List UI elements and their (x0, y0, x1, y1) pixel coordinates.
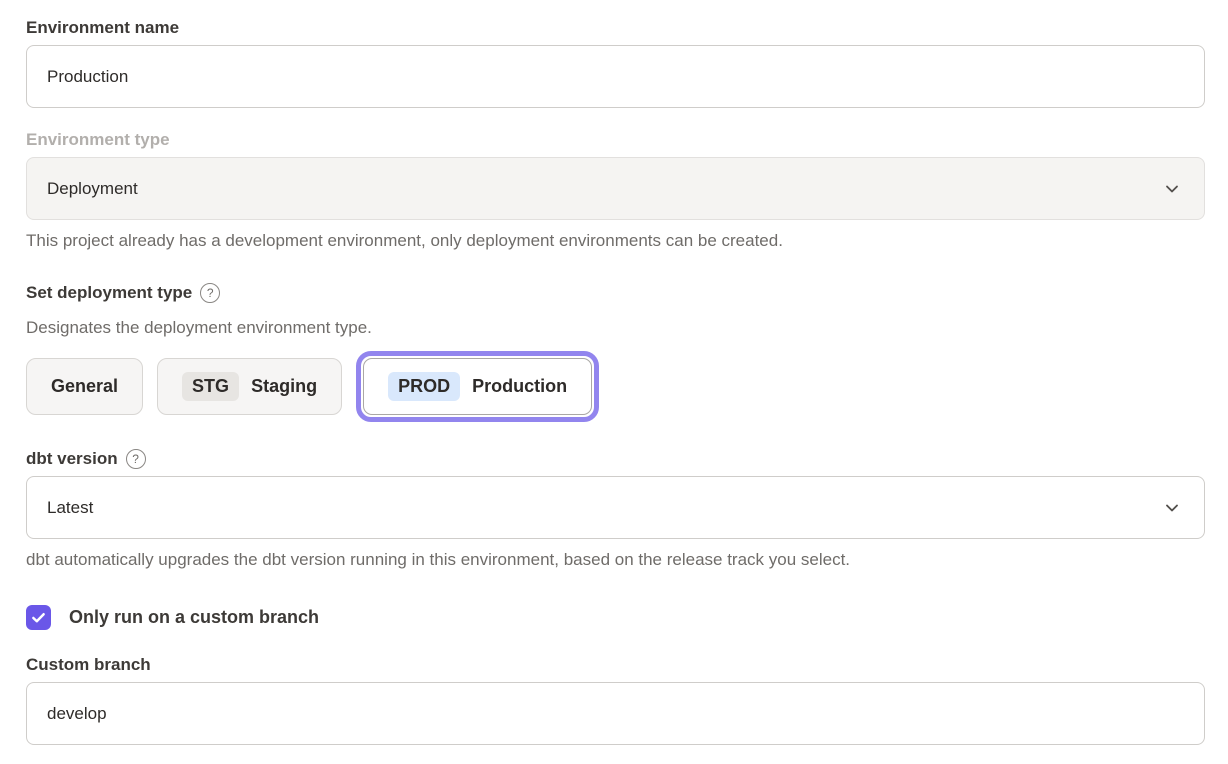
custom-branch-input[interactable] (26, 682, 1205, 745)
deployment-type-staging-button[interactable]: STG Staging (157, 358, 342, 415)
deployment-type-production-button[interactable]: PROD Production (363, 358, 592, 415)
environment-type-label-text: Environment type (26, 129, 170, 150)
custom-branch-toggle-label: Only run on a custom branch (69, 607, 319, 628)
staging-badge: STG (182, 372, 239, 401)
dbt-version-label: dbt version ? (26, 448, 1205, 469)
environment-type-helper-text: This project already has a development e… (26, 230, 1205, 251)
dbt-version-helper-text: dbt automatically upgrades the dbt versi… (26, 549, 1205, 570)
environment-name-label-text: Environment name (26, 17, 179, 38)
custom-branch-toggle-row: Only run on a custom branch (26, 605, 1205, 630)
environment-name-input[interactable] (26, 45, 1205, 108)
production-button-label: Production (472, 376, 567, 397)
general-button-label: General (51, 376, 118, 397)
deployment-type-label: Set deployment type ? (26, 282, 1205, 303)
deployment-type-general-button[interactable]: General (26, 358, 143, 415)
custom-branch-label-text: Custom branch (26, 654, 151, 675)
help-question-icon[interactable]: ? (126, 449, 146, 469)
deployment-type-options: General STG Staging PROD Production (26, 353, 1205, 420)
help-question-icon[interactable]: ? (200, 283, 220, 303)
environment-name-label: Environment name (26, 17, 1205, 38)
custom-branch-checkbox[interactable] (26, 605, 51, 630)
dbt-version-selected-value: Latest (47, 498, 93, 518)
dbt-version-select[interactable]: Latest (26, 476, 1205, 539)
production-badge: PROD (388, 372, 460, 401)
environment-type-selected-value: Deployment (47, 179, 138, 199)
production-selected-ring: PROD Production (356, 351, 599, 422)
staging-button-label: Staging (251, 376, 317, 397)
environment-settings-form: Environment name Environment type Deploy… (0, 0, 1228, 745)
dbt-version-label-text: dbt version (26, 448, 118, 469)
chevron-down-icon (1164, 181, 1180, 197)
chevron-down-icon (1164, 500, 1180, 516)
custom-branch-label: Custom branch (26, 654, 1205, 675)
deployment-type-label-text: Set deployment type (26, 282, 192, 303)
deployment-type-description: Designates the deployment environment ty… (26, 317, 1205, 338)
checkmark-icon (31, 610, 46, 625)
environment-type-label: Environment type (26, 129, 1205, 150)
environment-type-select[interactable]: Deployment (26, 157, 1205, 220)
